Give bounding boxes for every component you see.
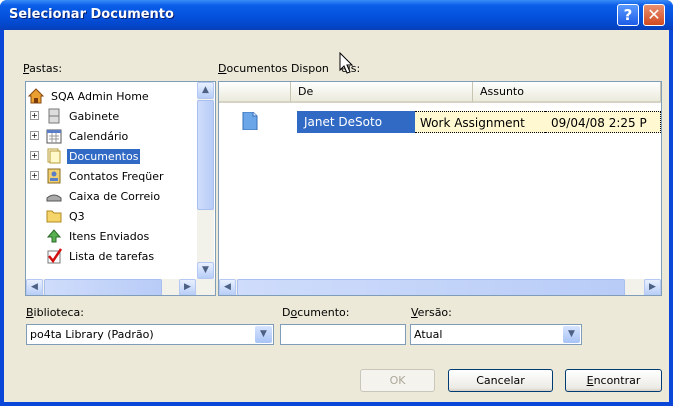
- dialog-body: Pastas: SQA Admin Home + Gabinete + Calendár…: [4, 30, 669, 402]
- tree-item[interactable]: + Documentos: [30, 146, 141, 166]
- mouse-cursor-icon: [339, 52, 354, 74]
- scroll-left-button[interactable]: ◀: [26, 279, 43, 295]
- list-horizontal-scroll-thumb[interactable]: [237, 279, 625, 295]
- expand-icon[interactable]: +: [30, 151, 39, 160]
- calendar-icon: [46, 128, 62, 144]
- tree-item[interactable]: + Contatos Freqüer: [30, 166, 166, 186]
- table-row[interactable]: Janet DeSoto Work Assignment 09/04/08 2:…: [219, 111, 661, 133]
- scroll-right-button[interactable]: ▶: [644, 279, 661, 295]
- row-from-cell: Janet DeSoto: [297, 111, 415, 133]
- window-title: Selecionar Documento: [9, 7, 174, 22]
- title-bar[interactable]: Selecionar Documento ? ✕: [0, 0, 673, 30]
- library-select-value: po4ta Library (Padrão): [30, 328, 154, 341]
- tree-item-label: Contatos Freqüer: [69, 169, 164, 183]
- version-select-value: Atual: [414, 328, 443, 341]
- expand-icon[interactable]: +: [30, 131, 39, 140]
- row-date-cell: 09/04/08 2:25 P: [545, 111, 661, 133]
- document-label: Documento:: [282, 306, 350, 319]
- expand-icon[interactable]: +: [30, 171, 39, 180]
- tree-vertical-scrollbar[interactable]: ▲ ▼: [197, 82, 214, 279]
- scroll-up-button[interactable]: ▲: [197, 82, 214, 99]
- chevron-down-icon[interactable]: ▼: [255, 326, 272, 343]
- tree-item-label: Caixa de Correio: [69, 189, 161, 203]
- tree-horizontal-scroll-thumb[interactable]: [44, 279, 162, 295]
- tree-item[interactable]: Caixa de Correio: [46, 186, 162, 206]
- column-header-icon[interactable]: [219, 82, 291, 103]
- tree-item-label: Gabinete: [69, 109, 120, 123]
- list-horizontal-scrollbar[interactable]: ◀ ▶: [219, 279, 661, 295]
- documents-list[interactable]: De Assunto Janet DeSoto Work Assignment …: [218, 81, 662, 296]
- tree-vertical-scroll-thumb[interactable]: [197, 100, 214, 210]
- tree-item[interactable]: Itens Enviados: [46, 226, 151, 246]
- version-label: Versão:: [411, 306, 452, 319]
- tree-item-label: SQA Admin Home: [51, 89, 149, 103]
- tree-item-label: Documentos: [67, 148, 141, 164]
- cabinet-icon: [46, 108, 62, 124]
- cancel-button[interactable]: Cancelar: [448, 369, 553, 392]
- chevron-down-icon[interactable]: ▼: [563, 326, 580, 343]
- home-icon: [27, 88, 45, 104]
- tree-horizontal-scrollbar[interactable]: ◀ ▶: [26, 279, 215, 295]
- scroll-down-button[interactable]: ▼: [197, 262, 214, 279]
- library-select[interactable]: po4ta Library (Padrão) ▼: [26, 324, 274, 345]
- contacts-icon: [46, 168, 62, 184]
- find-button[interactable]: Encontrar: [565, 369, 662, 392]
- tree-item[interactable]: Lista de tarefas: [46, 246, 156, 266]
- tree-item-label: Q3: [69, 209, 85, 223]
- folder-tree[interactable]: SQA Admin Home + Gabinete + Calendário + Docum…: [25, 81, 216, 296]
- column-header-subject[interactable]: Assunto: [473, 82, 661, 103]
- dialog-window: Selecionar Documento ? ✕ Pastas: SQA Adm…: [0, 0, 673, 406]
- folders-label: Pastas:: [23, 62, 63, 75]
- tree-item-label: Lista de tarefas: [69, 249, 155, 263]
- documents-icon: [46, 148, 62, 164]
- mailbox-icon: [46, 188, 62, 204]
- document-icon: [242, 112, 258, 130]
- version-select[interactable]: Atual ▼: [410, 324, 582, 345]
- scroll-left-button[interactable]: ◀: [219, 279, 236, 295]
- scroll-right-button[interactable]: ▶: [179, 279, 196, 295]
- document-input[interactable]: [280, 324, 406, 345]
- column-header-from[interactable]: De: [291, 82, 473, 103]
- tree-item-label: Calendário: [69, 129, 129, 143]
- row-subject-cell: Work Assignment: [415, 111, 545, 133]
- folder-icon: [46, 208, 62, 224]
- task-list-icon: [46, 248, 63, 264]
- library-label: Biblioteca:: [26, 306, 85, 319]
- close-button[interactable]: ✕: [643, 4, 665, 26]
- help-button[interactable]: ?: [617, 4, 639, 26]
- expand-icon[interactable]: +: [30, 111, 39, 120]
- tree-item[interactable]: + Calendário: [30, 126, 130, 146]
- sent-items-icon: [46, 228, 62, 244]
- ok-button[interactable]: OK: [360, 369, 435, 392]
- tree-item[interactable]: SQA Admin Home: [27, 86, 151, 106]
- tree-item[interactable]: + Gabinete: [30, 106, 121, 126]
- tree-item-label: Itens Enviados: [69, 229, 150, 243]
- tree-item[interactable]: Q3: [46, 206, 87, 226]
